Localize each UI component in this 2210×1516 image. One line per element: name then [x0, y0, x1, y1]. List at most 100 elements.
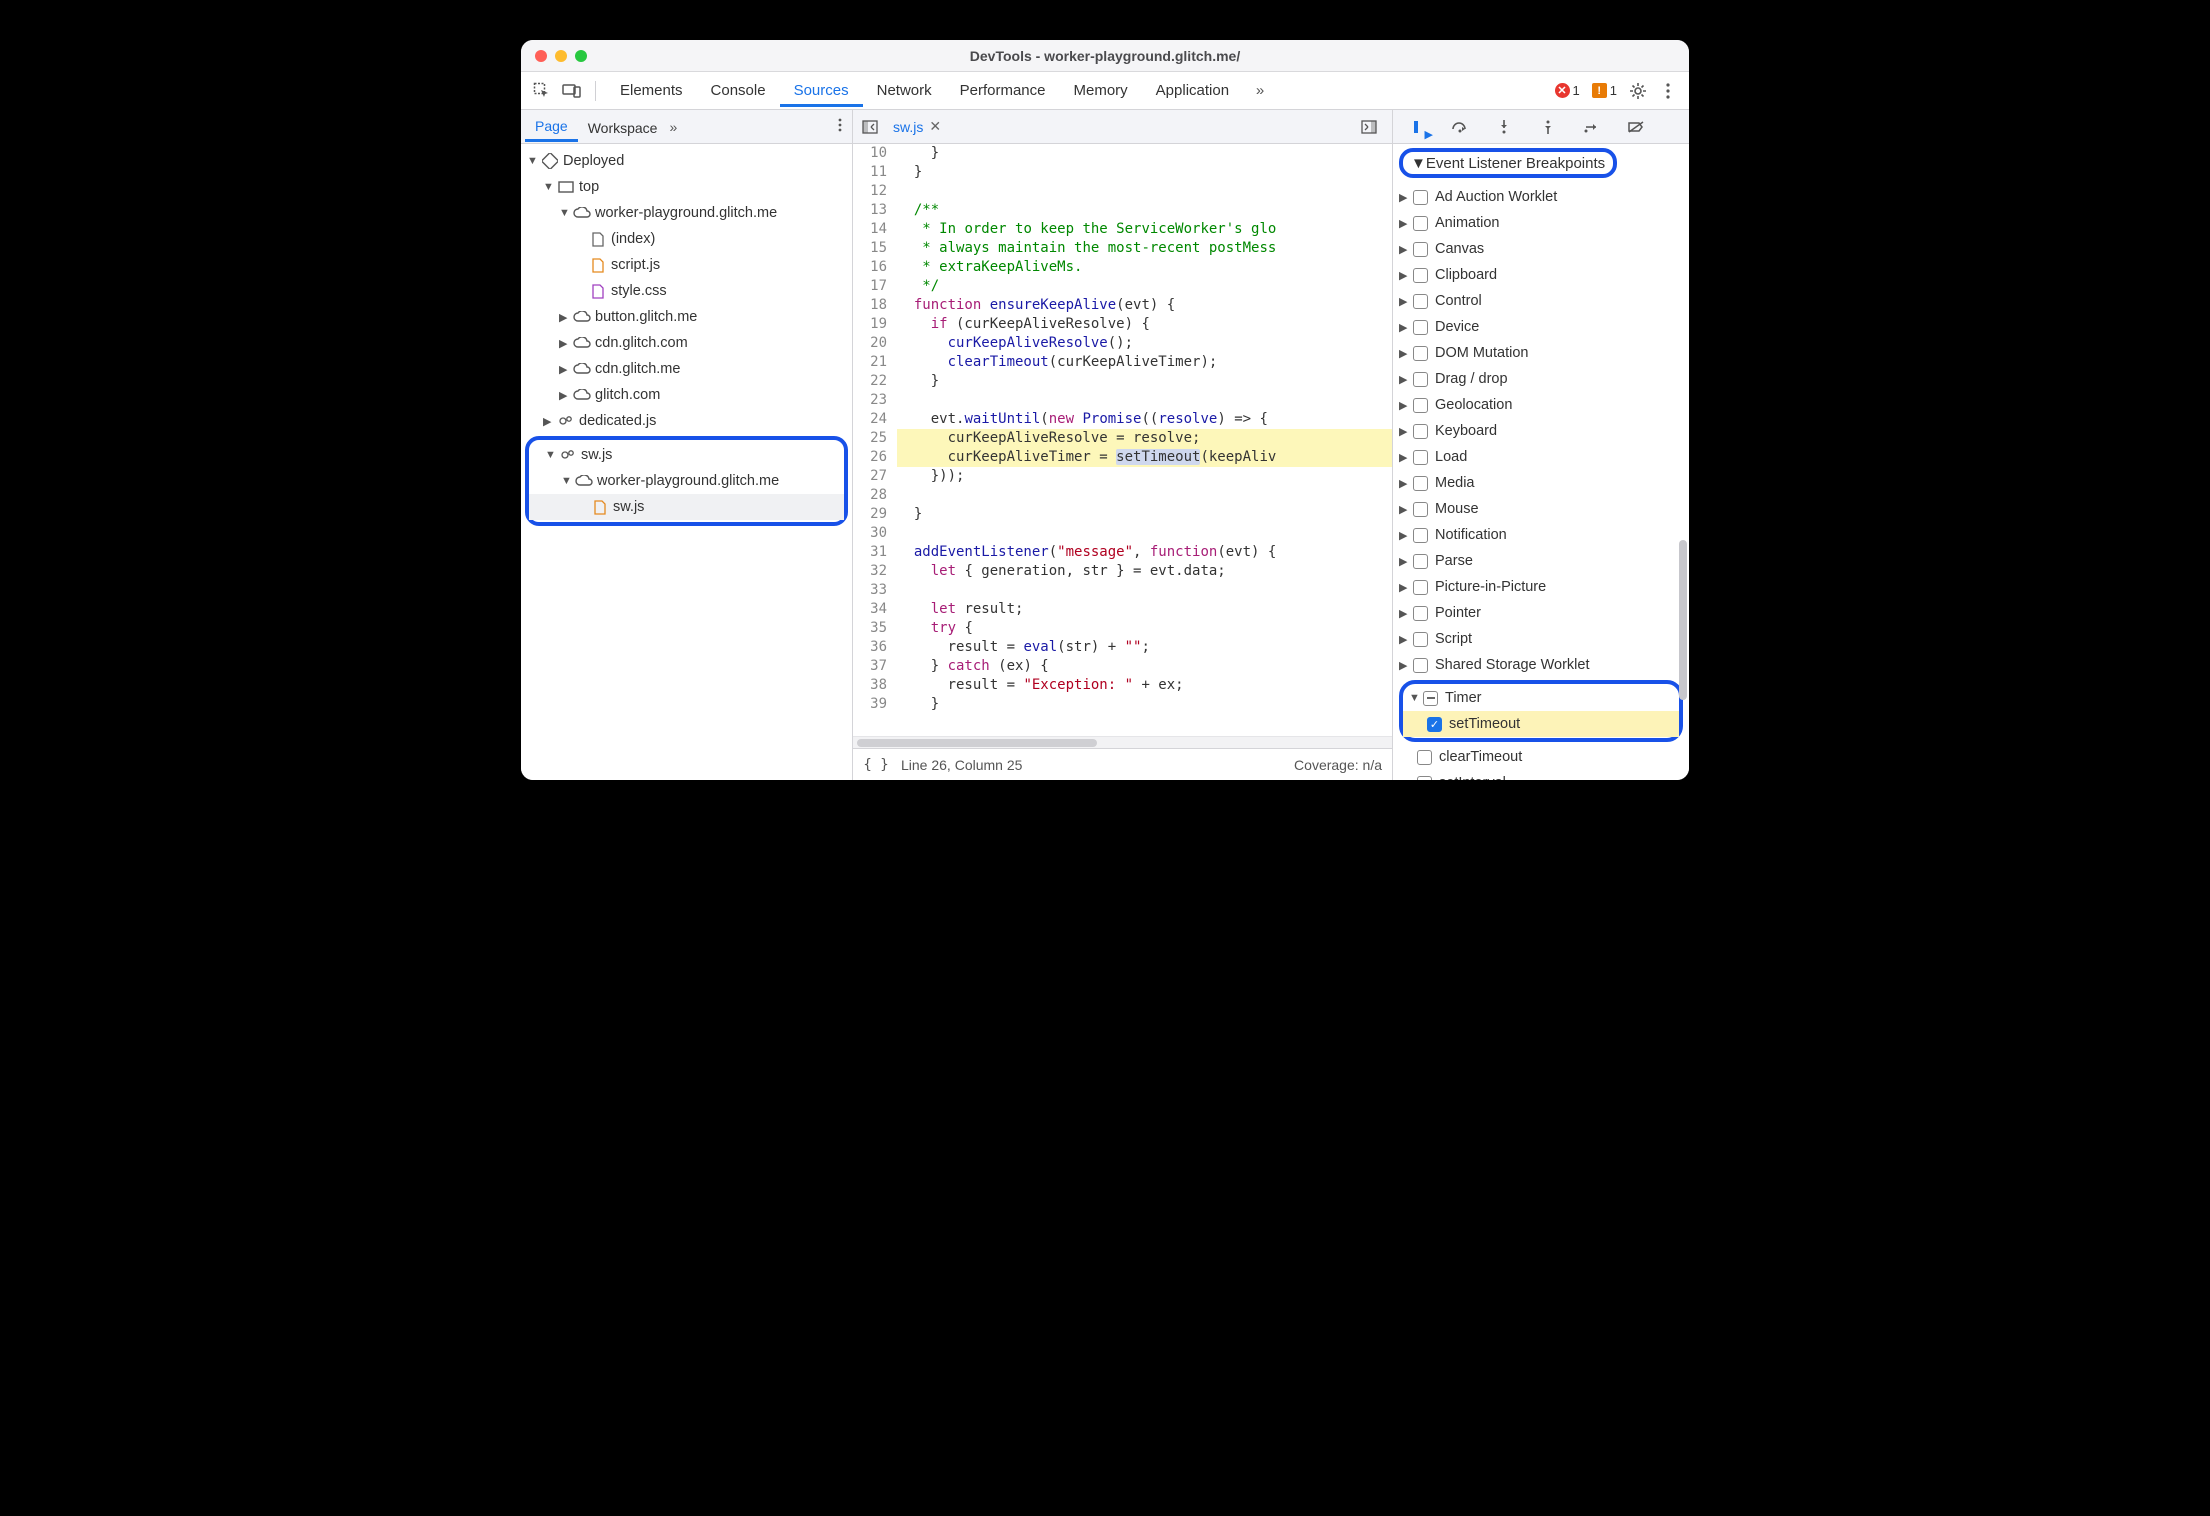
breakpoint-settimeout[interactable]: ✓setTimeout [1403, 711, 1679, 737]
category-canvas[interactable]: ▶Canvas [1393, 236, 1689, 262]
category-parse[interactable]: ▶Parse [1393, 548, 1689, 574]
category-dom-mutation[interactable]: ▶DOM Mutation [1393, 340, 1689, 366]
step-over-icon[interactable] [1447, 114, 1473, 140]
window-title: DevTools - worker-playground.glitch.me/ [521, 48, 1689, 64]
step-icon[interactable] [1579, 114, 1605, 140]
editor-tabbar: sw.js ✕ [853, 110, 1392, 144]
tab-application[interactable]: Application [1142, 74, 1243, 107]
code-editor[interactable]: 10 }11 }1213 /**14 * In order to keep th… [853, 144, 1392, 736]
tree-item-origin[interactable]: ▶cdn.glitch.me [521, 356, 852, 382]
tree-item-origin[interactable]: ▼worker-playground.glitch.me [521, 200, 852, 226]
editor-statusbar: { } Line 26, Column 25 Coverage: n/a [853, 748, 1392, 780]
file-css-icon [589, 282, 607, 300]
tab-console[interactable]: Console [697, 74, 780, 107]
pretty-print-icon[interactable]: { } [863, 752, 889, 778]
category-notification[interactable]: ▶Notification [1393, 522, 1689, 548]
step-out-icon[interactable] [1535, 114, 1561, 140]
coverage-status: Coverage: n/a [1294, 757, 1382, 773]
editor-tab-swjs[interactable]: sw.js ✕ [883, 112, 951, 141]
breakpoint-setinterval[interactable]: setInterval [1393, 770, 1689, 780]
file-js-icon [591, 498, 609, 516]
cloud-icon [575, 472, 593, 490]
device-mode-icon[interactable] [559, 78, 585, 104]
tab-workspace[interactable]: Workspace [578, 113, 668, 141]
editor-hscroll[interactable] [853, 736, 1392, 748]
tree-item-origin[interactable]: ▶button.glitch.me [521, 304, 852, 330]
category-load[interactable]: ▶Load [1393, 444, 1689, 470]
category-mouse[interactable]: ▶Mouse [1393, 496, 1689, 522]
category-shared-storage-worklet[interactable]: ▶Shared Storage Worklet [1393, 652, 1689, 678]
tab-page[interactable]: Page [525, 111, 578, 142]
category-ad-auction-worklet[interactable]: ▶Ad Auction Worklet [1393, 184, 1689, 210]
tab-sources[interactable]: Sources [780, 74, 863, 107]
step-into-icon[interactable] [1491, 114, 1517, 140]
devtools-window: DevTools - worker-playground.glitch.me/ … [521, 40, 1689, 780]
cursor-position: Line 26, Column 25 [901, 757, 1022, 773]
event-listener-breakpoints-header[interactable]: ▼Event Listener Breakpoints [1399, 148, 1617, 178]
file-tree[interactable]: ▼Deployed ▼top ▼worker-playground.glitch… [521, 144, 852, 780]
tree-item-swjs[interactable]: sw.js [529, 494, 844, 520]
nav-kebab-icon[interactable] [838, 118, 842, 135]
tree-item-origin[interactable]: ▶cdn.glitch.com [521, 330, 852, 356]
tab-elements[interactable]: Elements [606, 74, 697, 107]
kebab-menu-icon[interactable] [1655, 78, 1681, 104]
warning-count[interactable]: !1 [1592, 83, 1617, 98]
deployed-icon [541, 152, 559, 170]
toggle-navigator-icon[interactable] [857, 114, 883, 140]
main-toolbar: ElementsConsoleSourcesNetworkPerformance… [521, 72, 1689, 110]
debugger-panel: ▼Event Listener Breakpoints ▶Ad Auction … [1393, 110, 1689, 780]
more-nav-tabs[interactable]: » [669, 119, 677, 135]
category-pointer[interactable]: ▶Pointer [1393, 600, 1689, 626]
cloud-icon [573, 334, 591, 352]
file-icon [589, 230, 607, 248]
category-control[interactable]: ▶Control [1393, 288, 1689, 314]
category-drag-drop[interactable]: ▶Drag / drop [1393, 366, 1689, 392]
tab-network[interactable]: Network [863, 74, 946, 107]
category-media[interactable]: ▶Media [1393, 470, 1689, 496]
tree-item-top[interactable]: ▼top [521, 174, 852, 200]
inspect-element-icon[interactable] [529, 78, 555, 104]
gears-icon [559, 446, 577, 464]
category-timer[interactable]: ▼Timer [1403, 685, 1679, 711]
right-scrollbar-thumb[interactable] [1679, 540, 1687, 700]
titlebar: DevTools - worker-playground.glitch.me/ [521, 40, 1689, 72]
deactivate-breakpoints-icon[interactable] [1623, 114, 1649, 140]
navigator-panel: Page Workspace » ▼Deployed ▼top ▼worker-… [521, 110, 853, 780]
tree-item-stylecss[interactable]: style.css [521, 278, 852, 304]
cloud-icon [573, 386, 591, 404]
tab-performance[interactable]: Performance [946, 74, 1060, 107]
breakpoint-cleartimeout[interactable]: clearTimeout [1393, 744, 1689, 770]
settings-icon[interactable] [1625, 78, 1651, 104]
category-clipboard[interactable]: ▶Clipboard [1393, 262, 1689, 288]
tree-item-sw-origin[interactable]: ▼worker-playground.glitch.me [529, 468, 844, 494]
editor-panel: sw.js ✕ 10 }11 }1213 /**14 * In order to… [853, 110, 1393, 780]
category-geolocation[interactable]: ▶Geolocation [1393, 392, 1689, 418]
cloud-icon [573, 308, 591, 326]
debugger-toolbar [1393, 110, 1689, 144]
category-keyboard[interactable]: ▶Keyboard [1393, 418, 1689, 444]
highlight-ring-sw: ▼sw.js ▼worker-playground.glitch.me sw.j… [525, 436, 848, 526]
file-js-icon [589, 256, 607, 274]
tree-item-origin[interactable]: ▶glitch.com [521, 382, 852, 408]
resume-icon[interactable] [1403, 114, 1429, 140]
tab-memory[interactable]: Memory [1060, 74, 1142, 107]
cloud-icon [573, 204, 591, 222]
toggle-debugger-icon[interactable] [1356, 114, 1382, 140]
tree-item-index[interactable]: (index) [521, 226, 852, 252]
more-tabs-button[interactable]: » [1247, 78, 1273, 104]
tree-item-scriptjs[interactable]: script.js [521, 252, 852, 278]
tree-item-dedicated[interactable]: ▶dedicated.js [521, 408, 852, 434]
highlight-ring-timer: ▼Timer ✓setTimeout [1399, 680, 1683, 742]
category-picture-in-picture[interactable]: ▶Picture-in-Picture [1393, 574, 1689, 600]
error-count[interactable]: ✕1 [1555, 83, 1580, 98]
category-device[interactable]: ▶Device [1393, 314, 1689, 340]
tree-item-sw-worker[interactable]: ▼sw.js [529, 442, 844, 468]
frame-icon [557, 178, 575, 196]
category-script[interactable]: ▶Script [1393, 626, 1689, 652]
category-animation[interactable]: ▶Animation [1393, 210, 1689, 236]
tree-item-deployed[interactable]: ▼Deployed [521, 148, 852, 174]
content-area: Page Workspace » ▼Deployed ▼top ▼worker-… [521, 110, 1689, 780]
navigator-tabs: Page Workspace » [521, 110, 852, 144]
close-tab-icon[interactable]: ✕ [929, 118, 941, 135]
breakpoint-list[interactable]: ▼Event Listener Breakpoints ▶Ad Auction … [1393, 144, 1689, 780]
